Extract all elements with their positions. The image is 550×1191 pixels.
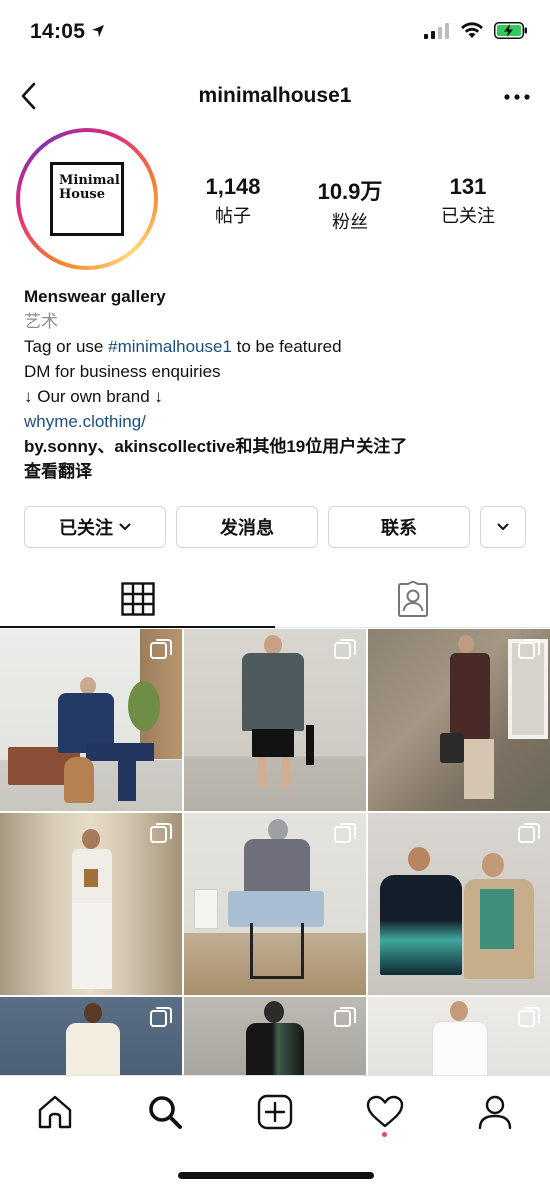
followed-by-text[interactable]: by.sonny、akinscollective和其他19位用户关注了 [24,434,534,459]
cellular-signal-icon [424,22,449,39]
battery-charging-icon [494,22,527,39]
chevron-down-icon [497,523,509,530]
tab-activity[interactable] [360,1090,410,1137]
contact-button[interactable]: 联系 [328,506,470,548]
search-icon [149,1096,182,1129]
tagged-person-icon [397,581,428,617]
tab-tagged[interactable] [275,570,550,628]
wifi-icon [461,22,483,38]
tab-search[interactable] [140,1090,190,1134]
followers-count[interactable]: 10.9万 粉丝 [295,174,405,234]
suggested-accounts-button[interactable] [480,506,526,548]
location-arrow-icon [92,25,105,37]
post-thumbnail[interactable] [184,813,366,995]
tab-new-post[interactable] [250,1090,300,1134]
multi-post-icon [518,823,540,843]
tab-posts-grid[interactable] [0,570,275,628]
see-translation-link[interactable]: 查看翻译 [24,459,534,484]
post-thumbnail[interactable] [0,813,182,995]
add-post-icon [257,1094,293,1130]
activity-heart-icon [366,1095,404,1128]
multi-post-icon [150,639,172,659]
posts-grid [0,629,550,1077]
posts-count[interactable]: 1,148 帖子 [178,174,288,228]
message-button[interactable]: 发消息 [176,506,318,548]
more-dots-icon [504,94,530,100]
home-icon [38,1095,72,1129]
hashtag-link[interactable]: #minimalhouse1 [108,337,232,356]
multi-post-icon [518,639,540,659]
profile-avatar[interactable]: Minimal House [16,128,158,270]
notification-dot [382,1132,387,1137]
post-thumbnail[interactable] [0,629,182,811]
bio-line: Tag or use #minimalhouse1 to be featured [24,337,342,356]
post-thumbnail[interactable] [368,813,550,995]
profile-username: minimalhouse1 [198,84,352,107]
chevron-down-icon [119,523,131,530]
bio-line: DM for business enquiries [24,362,221,381]
multi-post-icon [334,823,356,843]
profile-name: Menswear gallery [24,287,166,306]
multi-post-icon [334,639,356,659]
tab-profile[interactable] [470,1090,520,1134]
post-thumbnail[interactable] [184,629,366,811]
active-tab-indicator [0,626,275,628]
more-options-button[interactable] [504,90,530,104]
multi-post-icon [150,1007,172,1027]
post-thumbnail[interactable] [184,997,366,1077]
tab-home[interactable] [30,1090,80,1134]
status-time: 14:05 [30,20,105,44]
website-link[interactable]: whyme.clothing/ [24,409,534,434]
post-thumbnail[interactable] [368,629,550,811]
profile-icon [478,1095,512,1130]
post-thumbnail[interactable] [0,997,182,1077]
multi-post-icon [518,1007,540,1027]
status-icons [424,22,528,39]
following-count[interactable]: 131 已关注 [413,174,523,228]
brand-logo: Minimal House [50,162,124,236]
profile-bio: Menswear gallery 艺术 Tag or use #minimalh… [24,284,534,484]
grid-icon [120,582,155,616]
post-thumbnail[interactable] [368,997,550,1077]
home-indicator [178,1172,374,1179]
multi-post-icon [150,823,172,843]
multi-post-icon [334,1007,356,1027]
following-button[interactable]: 已关注 [24,506,166,548]
profile-category: 艺术 [24,312,58,331]
bio-line: ↓ Our own brand ↓ [24,387,163,406]
